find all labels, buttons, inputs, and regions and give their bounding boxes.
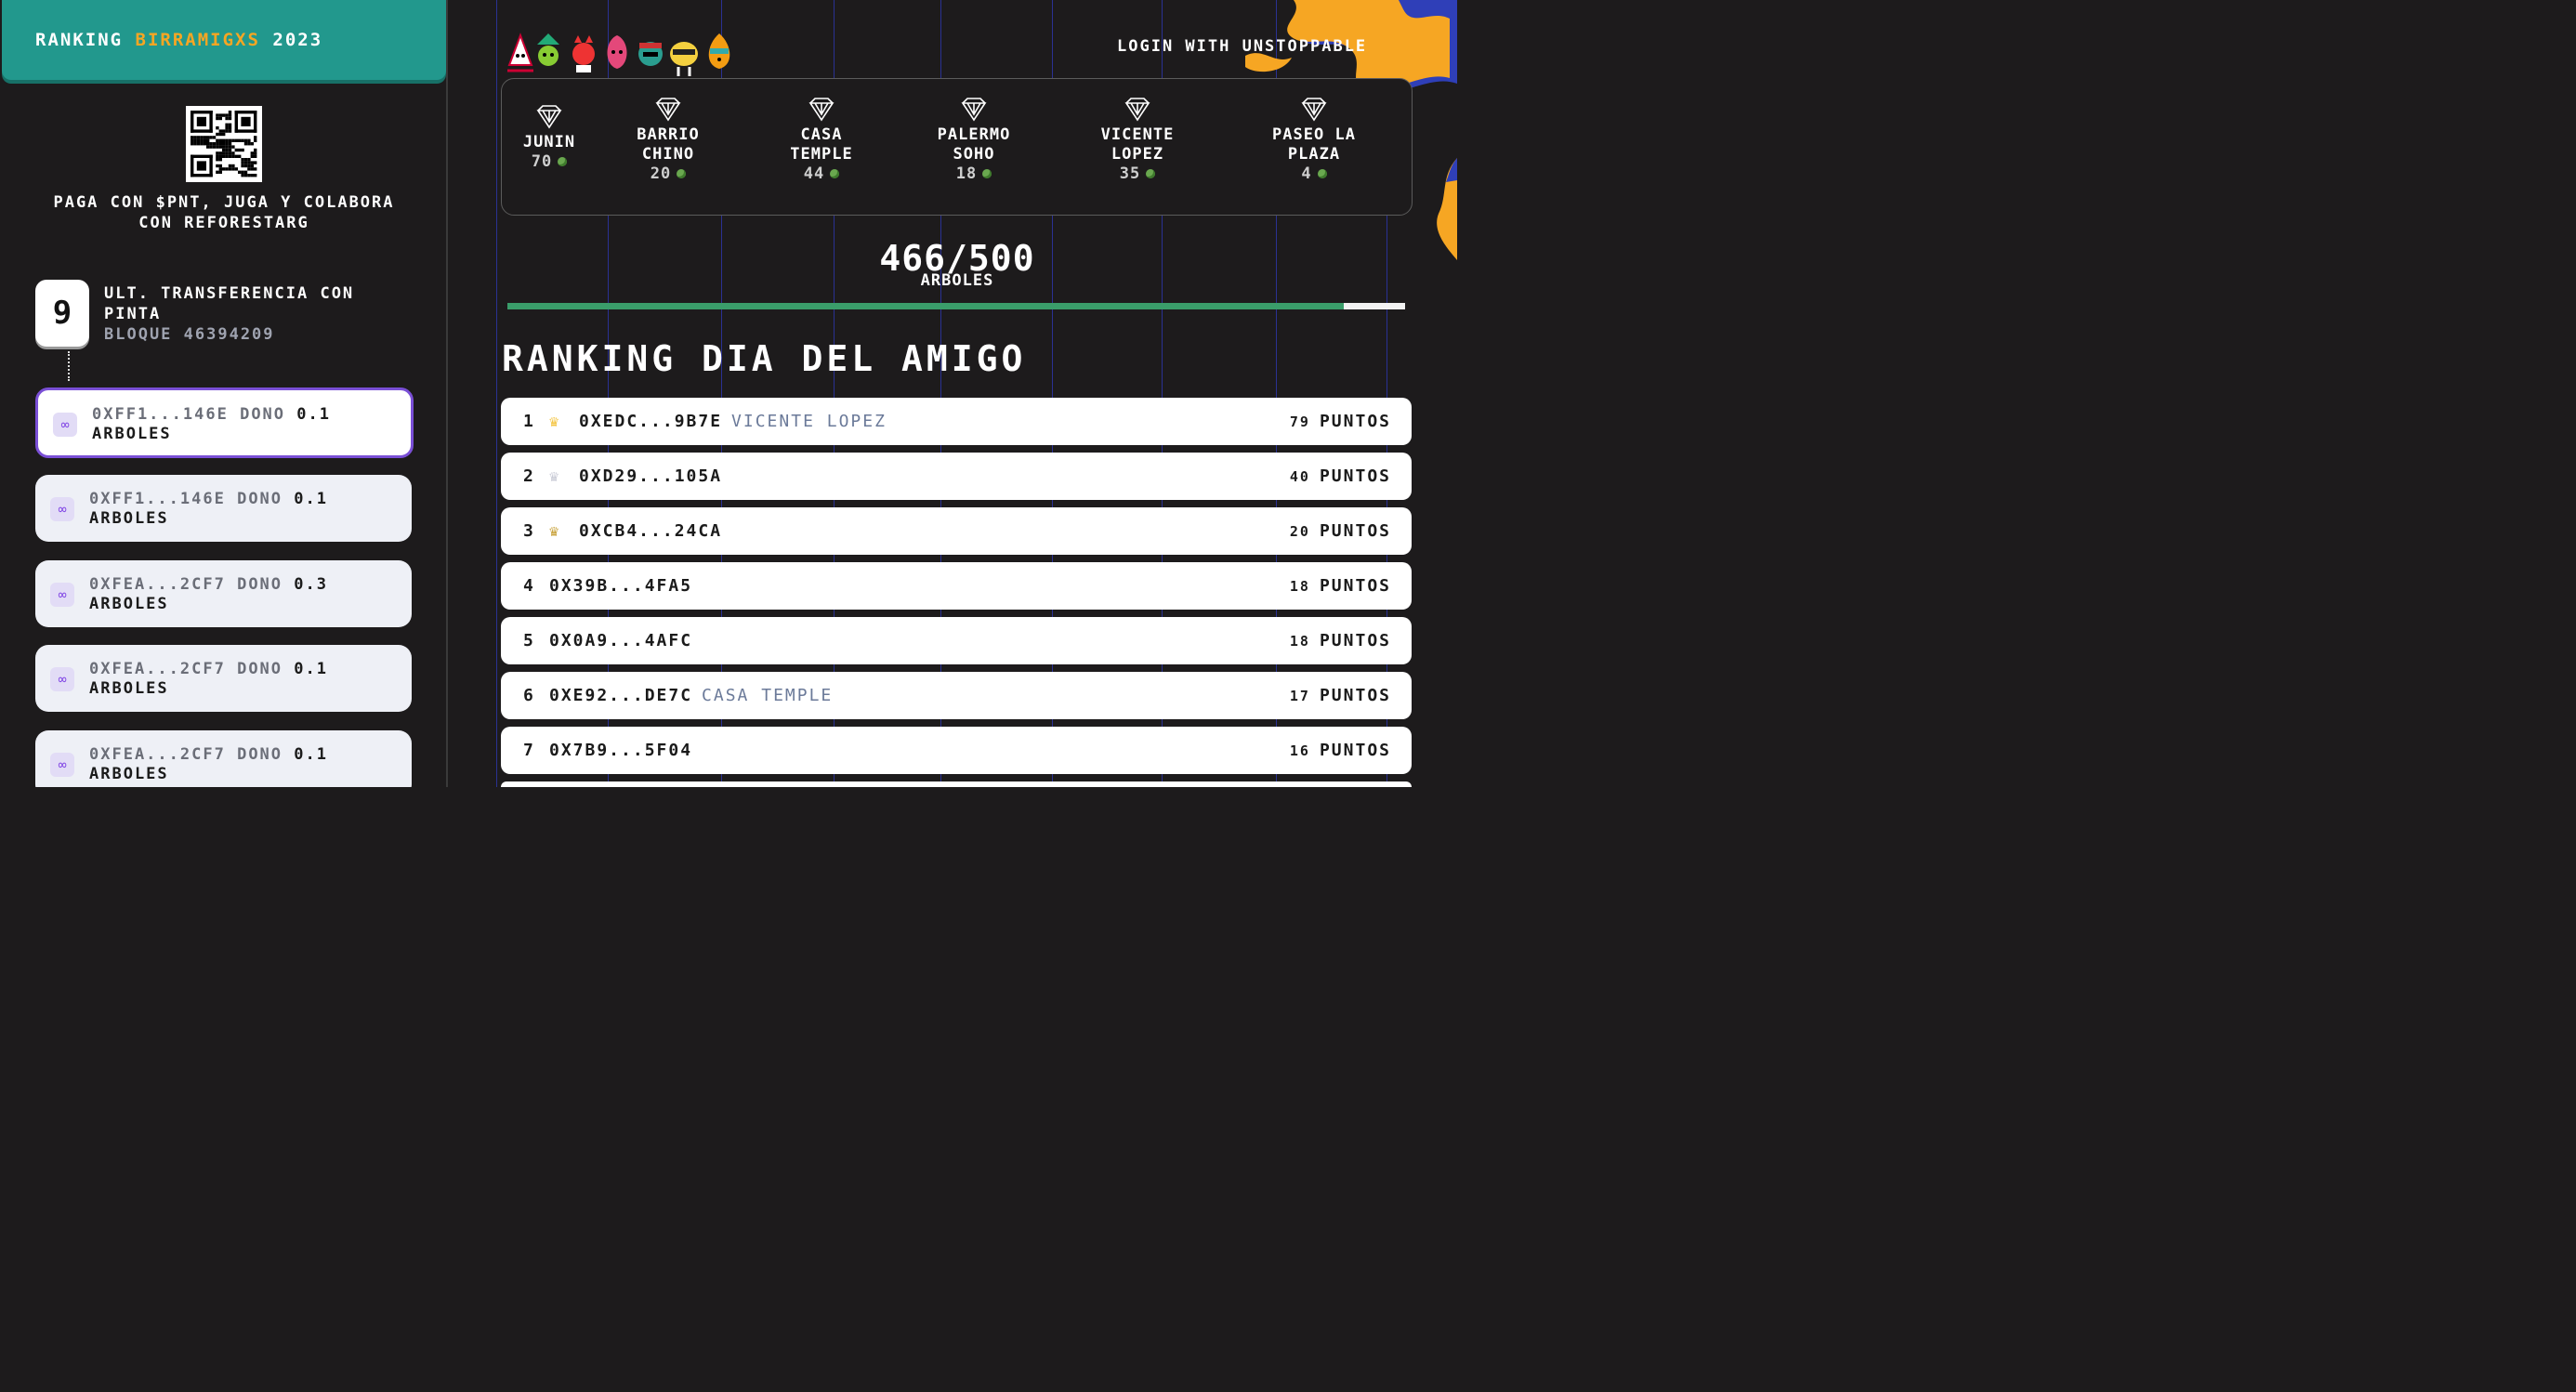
mascot-witch-icon	[537, 33, 559, 66]
bar-item-vicente-lopez[interactable]: VICENTE LOPEZ 35	[1080, 96, 1195, 184]
app-title: RANKING BIRRAMIGXS 2023	[35, 30, 323, 50]
crown-silver-icon: ♛	[549, 467, 561, 486]
ranking-row[interactable]: 6 0XE92...DE7C CASA TEMPLE 17 PUNTOS	[501, 672, 1412, 719]
transfer-card[interactable]: ∞ 0XFEA...2CF7 DONO 0.3 ARBOLES	[35, 560, 412, 627]
mascot-characters	[507, 33, 730, 76]
polygon-icon: ∞	[50, 497, 74, 521]
sidebar-tagline: PAGA CON $PNT, JUGA Y COLABORA CON REFOR…	[53, 193, 395, 232]
temple-logo-icon	[961, 98, 987, 122]
ranking-row[interactable]: 2 ♛ 0XD29...105A 40 PUNTOS	[501, 453, 1412, 500]
login-unstoppable-link[interactable]: LOGIN WITH UNSTOPPABLE	[1117, 37, 1367, 56]
sidebar: RANKING BIRRAMIGXS 2023 PAGA CON $PNT, J…	[0, 0, 448, 787]
temple-logo-icon	[1124, 98, 1150, 122]
ranking-row[interactable]: 3 ♛ 0XCB4...24CA 20 PUNTOS	[501, 507, 1412, 555]
tree-progress-fill	[507, 303, 1345, 309]
temple-logo-icon	[808, 98, 835, 122]
mascot-yellow-icon	[670, 42, 698, 76]
mascot-teal-icon	[638, 42, 663, 66]
ranking-row[interactable]: 7 0X7B9...5F04 16 PUNTOS	[501, 727, 1412, 774]
tree-progress-label: ARBOLES	[920, 271, 994, 290]
transfer-card[interactable]: ∞ 0XFEA...2CF7 DONO 0.1 ARBOLES	[35, 645, 412, 712]
temple-logo-icon	[655, 98, 681, 122]
block-number: BLOQUE 46394209	[104, 325, 275, 344]
mascot-hops-icon	[507, 33, 533, 72]
polygon-icon: ∞	[50, 583, 74, 607]
ranking-row[interactable]: 1 ♛ 0XEDC...9B7E VICENTE LOPEZ 79 PUNTOS	[501, 398, 1412, 445]
tree-progress-bar	[507, 303, 1405, 309]
mascot-pink-icon	[607, 35, 627, 69]
bars-panel: JUNIN 70 BARRIO CHINO 20 CASA TEMPLE 44 …	[501, 78, 1413, 216]
bar-item-junin[interactable]: JUNIN 70	[511, 103, 587, 172]
ranking-row[interactable]: 5 0X0A9...4AFC 18 PUNTOS	[501, 617, 1412, 664]
qr-code[interactable]	[186, 106, 262, 182]
temple-logo-icon	[1301, 98, 1327, 122]
crown-bronze-icon: ♛	[549, 522, 561, 541]
tree-icon	[677, 169, 687, 178]
polygon-icon: ∞	[50, 753, 74, 777]
app-title-accent: BIRRAMIGXS	[135, 30, 260, 50]
ranking-title: RANKING DIA DEL AMIGO	[502, 338, 1027, 379]
bar-item-paseo-la-plaza[interactable]: PASEO LA PLAZA 4	[1251, 96, 1377, 184]
timeline-connector	[68, 351, 70, 381]
tree-icon	[982, 169, 992, 178]
mascot-devil-icon	[572, 35, 595, 72]
tree-icon	[1317, 169, 1327, 178]
tree-icon	[830, 169, 840, 178]
ranking-row[interactable]	[501, 781, 1412, 787]
mascot-orange-icon	[708, 33, 730, 69]
transfer-card[interactable]: ∞ 0XFF1...146E DONO 0.1 ARBOLES	[35, 475, 412, 542]
bar-item-casa-temple[interactable]: CASA TEMPLE 44	[769, 96, 874, 184]
polygon-icon: ∞	[53, 413, 77, 437]
crown-gold-icon: ♛	[549, 413, 561, 431]
ranking-row[interactable]: 4 0X39B...4FA5 18 PUNTOS	[501, 562, 1412, 610]
bar-item-palermo-soho[interactable]: PALERMO SOHO 18	[918, 96, 1030, 184]
polygon-icon: ∞	[50, 667, 74, 691]
tree-icon	[1146, 169, 1156, 178]
temple-logo-icon	[536, 105, 562, 129]
tree-icon	[558, 157, 568, 166]
sidebar-header: RANKING BIRRAMIGXS 2023	[2, 0, 446, 80]
bar-item-barrio-chino[interactable]: BARRIO CHINO 20	[613, 96, 723, 184]
transfer-card[interactable]: ∞ 0XFEA...2CF7 DONO 0.1 ARBOLES	[35, 730, 412, 787]
block-count-badge: 9	[35, 280, 89, 347]
last-transfer-info: ULT. TRANSFERENCIA CON PINTA BLOQUE 4639…	[104, 283, 429, 345]
transfer-card[interactable]: ∞ 0XFF1...146E DONO 0.1 ARBOLES	[35, 387, 414, 458]
decorative-blob-right	[1437, 158, 1457, 260]
